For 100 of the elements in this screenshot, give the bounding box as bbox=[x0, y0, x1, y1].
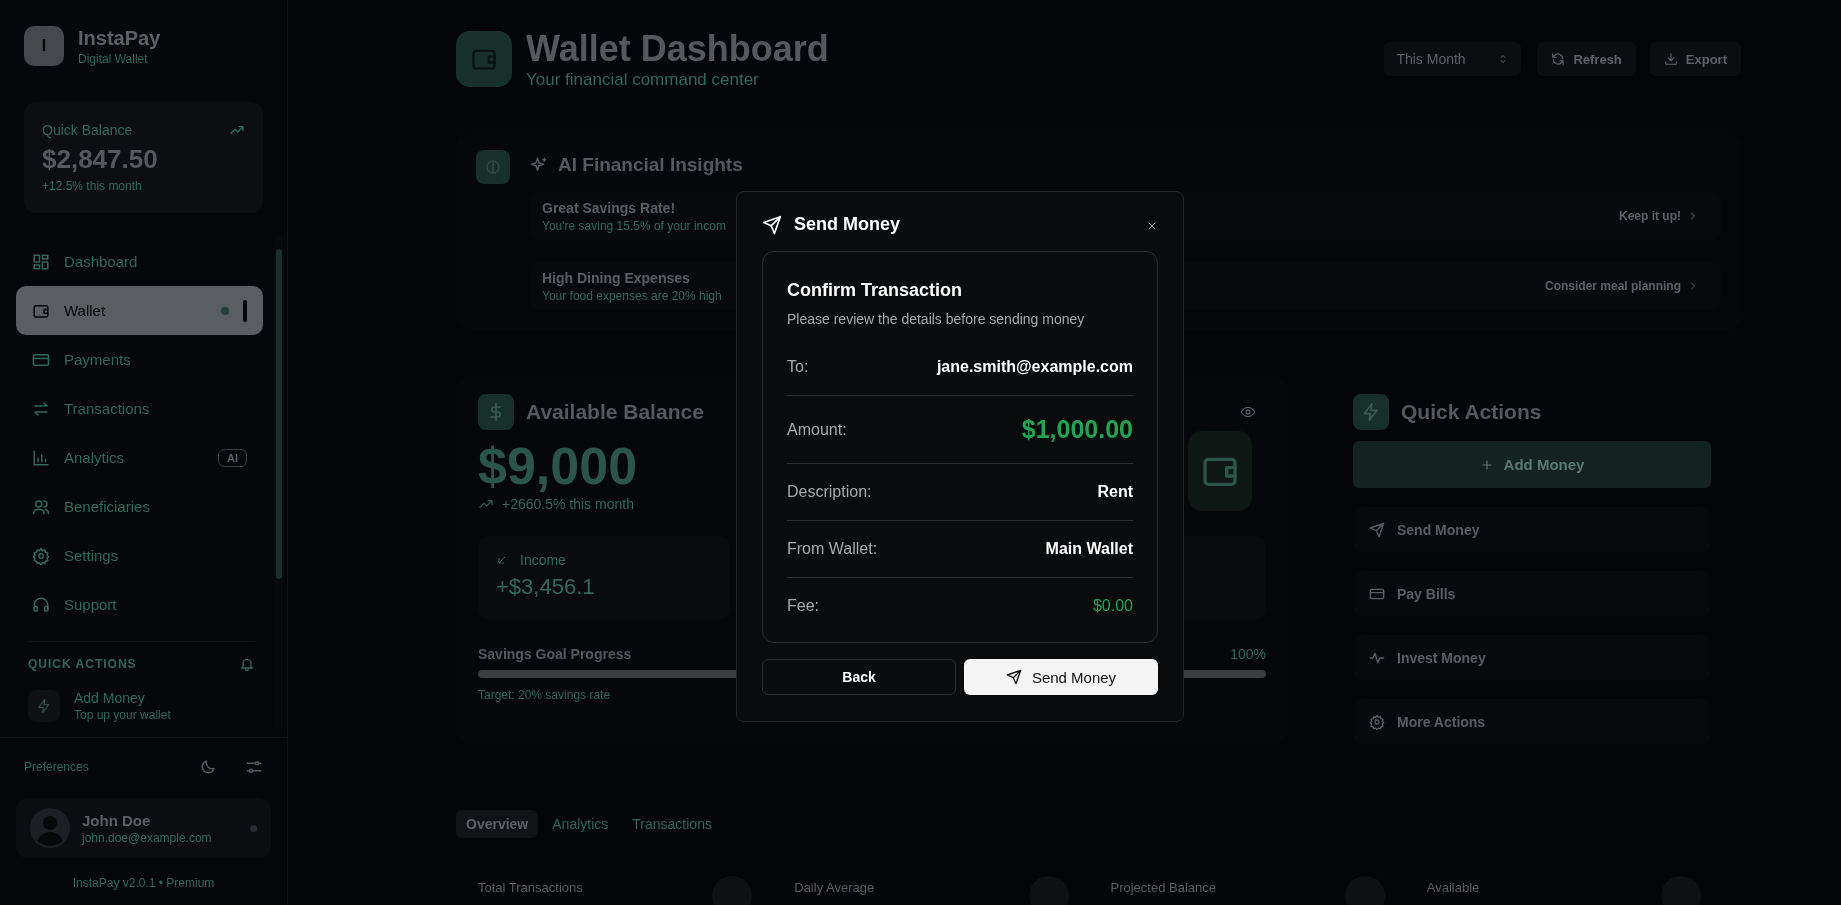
lightning-icon bbox=[1353, 394, 1389, 430]
users-icon bbox=[32, 497, 50, 516]
quick-action-item[interactable]: Add Money Top up your wallet bbox=[16, 686, 263, 726]
header-button[interactable]: Export bbox=[1649, 42, 1741, 76]
insight-action[interactable]: Consider meal planning bbox=[1534, 279, 1709, 293]
send-icon bbox=[762, 214, 782, 235]
nav-item[interactable]: Beneficiaries bbox=[16, 482, 263, 531]
confirm-subheading: Please review the details before sending money bbox=[787, 311, 1086, 327]
back-button[interactable]: Back bbox=[762, 659, 956, 695]
nav-item[interactable]: Settings bbox=[16, 531, 263, 580]
nav-item[interactable]: Payments bbox=[16, 335, 263, 384]
quick-action-title: Add Money bbox=[74, 690, 146, 706]
page-subtitle: Your financial command center bbox=[526, 70, 760, 90]
progress-label: Savings Goal Progress bbox=[478, 646, 632, 662]
insight-text: You're saving 15.5% of your incom bbox=[542, 218, 726, 233]
bar-chart-icon bbox=[32, 448, 50, 467]
progress-target: Target: 20% savings rate bbox=[478, 688, 612, 702]
action-button[interactable]: Send Money bbox=[1353, 507, 1711, 552]
header-button[interactable]: Refresh bbox=[1537, 42, 1636, 76]
insight-title: Great Savings Rate! bbox=[542, 199, 677, 216]
balance-change: +12.5% this month bbox=[42, 179, 143, 193]
action-button[interactable]: Pay Bills bbox=[1353, 571, 1711, 616]
brand-tagline: Digital Wallet bbox=[78, 51, 149, 66]
detail-value: jane.smith@example.com bbox=[936, 358, 1133, 376]
preferences-label: Preferences bbox=[24, 760, 90, 774]
grid-icon bbox=[32, 252, 50, 271]
version-text: InstaPay v2.0.1 • Premium bbox=[71, 876, 216, 890]
stat-label: Available bbox=[1426, 880, 1480, 895]
download-icon bbox=[1663, 52, 1678, 66]
avatar-icon bbox=[30, 808, 70, 848]
ai-badge: AI bbox=[218, 448, 247, 467]
refresh-icon bbox=[1551, 52, 1566, 66]
detail-label: Fee: bbox=[787, 597, 819, 615]
moon-icon[interactable] bbox=[199, 758, 217, 776]
progress-percent: 100% bbox=[1230, 646, 1266, 662]
action-button[interactable]: Invest Money bbox=[1353, 635, 1711, 680]
user-card[interactable]: John Doe john.doe@example.com bbox=[16, 798, 271, 858]
detail-label: Amount: bbox=[787, 420, 847, 439]
add-money-button[interactable]: Add Money bbox=[1353, 441, 1711, 488]
stat-label: Total Transactions bbox=[478, 880, 583, 895]
send-money-button[interactable]: Send Money bbox=[964, 659, 1158, 695]
period-select[interactable]: This Month bbox=[1384, 42, 1522, 76]
page-title: Wallet Dashboard bbox=[526, 28, 829, 70]
stat-label: Projected Balance bbox=[1110, 880, 1216, 895]
insights-title: AI Financial Insights bbox=[558, 154, 743, 176]
confirm-heading: Confirm Transaction bbox=[787, 280, 964, 301]
stat-label: Daily Average bbox=[794, 880, 875, 895]
status-dot bbox=[250, 824, 257, 832]
section-label: QUICK ACTIONS bbox=[28, 657, 137, 671]
panel-title: Available Balance bbox=[526, 400, 704, 424]
detail-label: To: bbox=[787, 358, 809, 376]
nav-item[interactable]: Analytics AI bbox=[16, 433, 263, 482]
action-button[interactable]: More Actions bbox=[1353, 699, 1711, 744]
dialog-title: Send Money bbox=[794, 214, 900, 235]
tab[interactable]: Overview bbox=[456, 810, 539, 838]
bell-icon[interactable] bbox=[239, 656, 255, 672]
settings-icon bbox=[1369, 713, 1385, 730]
detail-value: Main Wallet bbox=[1045, 540, 1133, 558]
send-icon bbox=[1005, 669, 1022, 685]
tab[interactable]: Transactions bbox=[622, 810, 722, 838]
sliders-icon[interactable] bbox=[245, 758, 263, 776]
balance-change: +2660.5% this month bbox=[502, 496, 634, 512]
logo: I bbox=[24, 26, 64, 66]
card-label: Quick Balance bbox=[42, 122, 133, 138]
brand-name: InstaPay bbox=[78, 26, 161, 50]
panel-title: Quick Actions bbox=[1401, 400, 1542, 424]
user-email: john.doe@example.com bbox=[82, 830, 212, 845]
nav-item[interactable]: Wallet bbox=[16, 286, 263, 335]
insight-text: Your food expenses are 20% high bbox=[542, 288, 722, 303]
active-dot bbox=[221, 306, 229, 315]
send-icon bbox=[1369, 521, 1385, 538]
income-amount: +$3,456.1 bbox=[496, 574, 596, 600]
arrows-icon bbox=[32, 399, 50, 418]
nav-item[interactable]: Support bbox=[16, 580, 263, 629]
detail-value: $1,000.00 bbox=[1021, 415, 1133, 444]
detail-value: Rent bbox=[1097, 483, 1133, 501]
detail-label: From Wallet: bbox=[787, 540, 878, 558]
balance-amount: $9,000 bbox=[478, 436, 638, 496]
nav-item[interactable]: Dashboard bbox=[16, 237, 263, 286]
nav-item[interactable]: Transactions bbox=[16, 384, 263, 433]
balance-amount: $2,847.50 bbox=[42, 144, 159, 175]
arrow-down-left-icon bbox=[496, 554, 508, 566]
dollar-icon bbox=[478, 394, 514, 430]
eye-icon[interactable] bbox=[1240, 404, 1256, 420]
quick-action-subtitle: Top up your wallet bbox=[74, 708, 171, 722]
headphones-icon bbox=[32, 595, 50, 614]
close-icon[interactable] bbox=[1146, 220, 1158, 232]
plus-icon bbox=[1479, 457, 1494, 472]
lightning-icon bbox=[28, 690, 60, 722]
wallet-icon bbox=[456, 31, 512, 87]
sparkles-icon bbox=[530, 156, 548, 174]
user-name: John Doe bbox=[82, 811, 152, 829]
income-label: Income bbox=[520, 552, 566, 568]
insight-title: High Dining Expenses bbox=[542, 269, 691, 286]
active-indicator bbox=[243, 299, 247, 322]
insight-action[interactable]: Keep it up! bbox=[1609, 209, 1709, 223]
wallet-icon bbox=[1188, 431, 1252, 511]
detail-label: Description: bbox=[787, 483, 872, 501]
tab[interactable]: Analytics bbox=[542, 810, 619, 838]
detail-value: $0.00 bbox=[1092, 597, 1133, 615]
